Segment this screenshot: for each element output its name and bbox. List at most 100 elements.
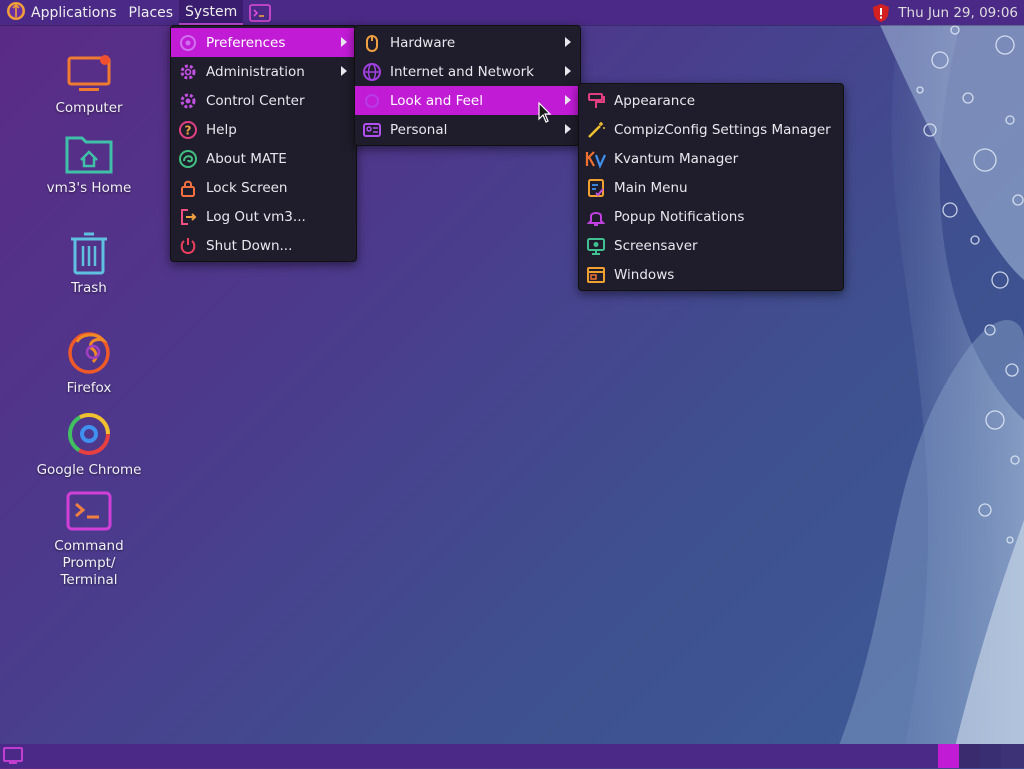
menu-item-kvantum-manager[interactable]: Kvantum Manager bbox=[579, 144, 843, 173]
trash-icon bbox=[71, 232, 107, 275]
menu-item-label: Log Out vm3... bbox=[206, 208, 306, 225]
workspace-3[interactable] bbox=[980, 744, 1001, 768]
menu-item-label: Internet and Network bbox=[390, 63, 534, 80]
menu-item-label: Help bbox=[206, 121, 237, 138]
menu-item-about-mate[interactable]: About MATE bbox=[171, 144, 356, 173]
system-menu: Preferences Administration Control Cente… bbox=[170, 25, 357, 262]
update-shield-icon[interactable] bbox=[872, 3, 890, 23]
menu-item-label: Main Menu bbox=[614, 179, 688, 196]
preferences-icon bbox=[177, 32, 199, 54]
workspace-4[interactable] bbox=[1001, 744, 1024, 768]
desktop-icon-label: Command Prompt/ bbox=[54, 538, 124, 571]
menu-item-label: Kvantum Manager bbox=[614, 150, 739, 167]
menu-item-main-menu[interactable]: Main Menu bbox=[579, 173, 843, 202]
mate-logo-icon bbox=[6, 1, 26, 25]
desktop-icon-computer[interactable]: Computer bbox=[34, 52, 144, 117]
desktop-icon-label: Trash bbox=[71, 280, 107, 296]
globe-icon bbox=[361, 61, 383, 83]
workspace-2[interactable] bbox=[959, 744, 980, 768]
terminal-launcher-button[interactable] bbox=[243, 0, 277, 25]
menu-item-internet-and-network[interactable]: Internet and Network bbox=[355, 57, 580, 86]
desktop-icon-label: Terminal bbox=[60, 572, 118, 588]
submenu-arrow-icon bbox=[565, 66, 571, 76]
applications-menu-button[interactable]: Applications bbox=[0, 0, 123, 25]
chrome-icon bbox=[68, 413, 110, 455]
menu-item-control-center[interactable]: Control Center bbox=[171, 86, 356, 115]
desktop-icon-label: Firefox bbox=[66, 380, 112, 396]
menu-item-label: Appearance bbox=[614, 92, 696, 109]
menu-item-label: Shut Down... bbox=[206, 237, 293, 254]
menu-item-compizconfig[interactable]: CompizConfig Settings Manager bbox=[579, 115, 843, 144]
menu-item-label: Popup Notifications bbox=[614, 208, 745, 225]
bell-icon bbox=[585, 206, 607, 228]
menu-item-preferences[interactable]: Preferences bbox=[171, 28, 356, 57]
personal-card-icon bbox=[361, 119, 383, 141]
menu-item-log-out[interactable]: Log Out vm3... bbox=[171, 202, 356, 231]
places-menu-button[interactable]: Places bbox=[123, 0, 180, 25]
look-and-feel-menu: Appearance CompizConfig Settings Manager… bbox=[578, 83, 844, 291]
screensaver-icon bbox=[585, 235, 607, 257]
help-icon: ? bbox=[177, 119, 199, 141]
magic-wand-icon bbox=[585, 119, 607, 141]
top-panel: Applications Places System Thu Jun 29, 0… bbox=[0, 0, 1024, 25]
menu-item-administration[interactable]: Administration bbox=[171, 57, 356, 86]
system-menu-button[interactable]: System bbox=[179, 0, 244, 25]
control-center-icon bbox=[177, 90, 199, 112]
places-label: Places bbox=[128, 4, 174, 21]
menu-item-label: Preferences bbox=[206, 34, 286, 51]
menu-item-hardware[interactable]: Hardware bbox=[355, 28, 580, 57]
menu-item-label: Screensaver bbox=[614, 237, 698, 254]
show-desktop-icon bbox=[3, 747, 23, 764]
menu-item-popup-notifications[interactable]: Popup Notifications bbox=[579, 202, 843, 231]
menu-item-label: Look and Feel bbox=[390, 92, 483, 109]
show-desktop-button[interactable] bbox=[3, 747, 23, 769]
desktop-icon-label: vm3's Home bbox=[46, 180, 132, 196]
menu-item-label: Personal bbox=[390, 121, 448, 138]
mouse-icon bbox=[361, 32, 383, 54]
desktop-icon-terminal[interactable]: Command Prompt/ Terminal bbox=[28, 490, 150, 589]
menu-item-label: Administration bbox=[206, 63, 305, 80]
menu-item-help[interactable]: ? Help bbox=[171, 115, 356, 144]
submenu-arrow-icon bbox=[341, 66, 347, 76]
mate-about-icon bbox=[177, 148, 199, 170]
kvantum-icon bbox=[585, 148, 607, 170]
clock[interactable]: Thu Jun 29, 09:06 bbox=[898, 5, 1018, 21]
svg-text:?: ? bbox=[185, 123, 192, 137]
firefox-icon bbox=[68, 332, 110, 374]
power-icon bbox=[177, 235, 199, 257]
submenu-arrow-icon bbox=[565, 124, 571, 134]
menu-item-label: About MATE bbox=[206, 150, 287, 167]
main-menu-icon bbox=[585, 177, 607, 199]
menu-item-label: Windows bbox=[614, 266, 675, 283]
desktop-icon-firefox[interactable]: Firefox bbox=[34, 328, 144, 397]
logout-icon bbox=[177, 206, 199, 228]
system-label: System bbox=[185, 3, 238, 20]
menu-item-windows[interactable]: Windows bbox=[579, 260, 843, 289]
mouse-cursor-icon bbox=[538, 102, 552, 123]
menu-item-appearance[interactable]: Appearance bbox=[579, 86, 843, 115]
menu-item-label: CompizConfig Settings Manager bbox=[614, 121, 831, 138]
desktop-icon-label: Google Chrome bbox=[36, 462, 142, 478]
desktop-icon-home[interactable]: vm3's Home bbox=[34, 130, 144, 197]
look-and-feel-icon bbox=[361, 90, 383, 112]
menu-item-shut-down[interactable]: Shut Down... bbox=[171, 231, 356, 260]
lock-icon bbox=[177, 177, 199, 199]
workspace-1[interactable] bbox=[938, 744, 959, 768]
desktop-icon-chrome[interactable]: Google Chrome bbox=[34, 410, 144, 479]
home-folder-icon bbox=[65, 136, 113, 174]
menu-item-label: Control Center bbox=[206, 92, 305, 109]
menu-item-label: Hardware bbox=[390, 34, 456, 51]
menu-item-lock-screen[interactable]: Lock Screen bbox=[171, 173, 356, 202]
desktop-icon-label: Computer bbox=[55, 100, 123, 116]
bottom-panel bbox=[0, 744, 1024, 768]
terminal-icon bbox=[249, 3, 272, 22]
applications-label: Applications bbox=[31, 4, 117, 21]
desktop-icon-trash[interactable]: Trash bbox=[34, 230, 144, 297]
windows-icon bbox=[585, 264, 607, 286]
submenu-arrow-icon bbox=[341, 37, 347, 47]
computer-icon bbox=[67, 55, 111, 91]
menu-item-screensaver[interactable]: Screensaver bbox=[579, 231, 843, 260]
paint-roller-icon bbox=[585, 90, 607, 112]
submenu-arrow-icon bbox=[565, 37, 571, 47]
submenu-arrow-icon bbox=[565, 95, 571, 105]
